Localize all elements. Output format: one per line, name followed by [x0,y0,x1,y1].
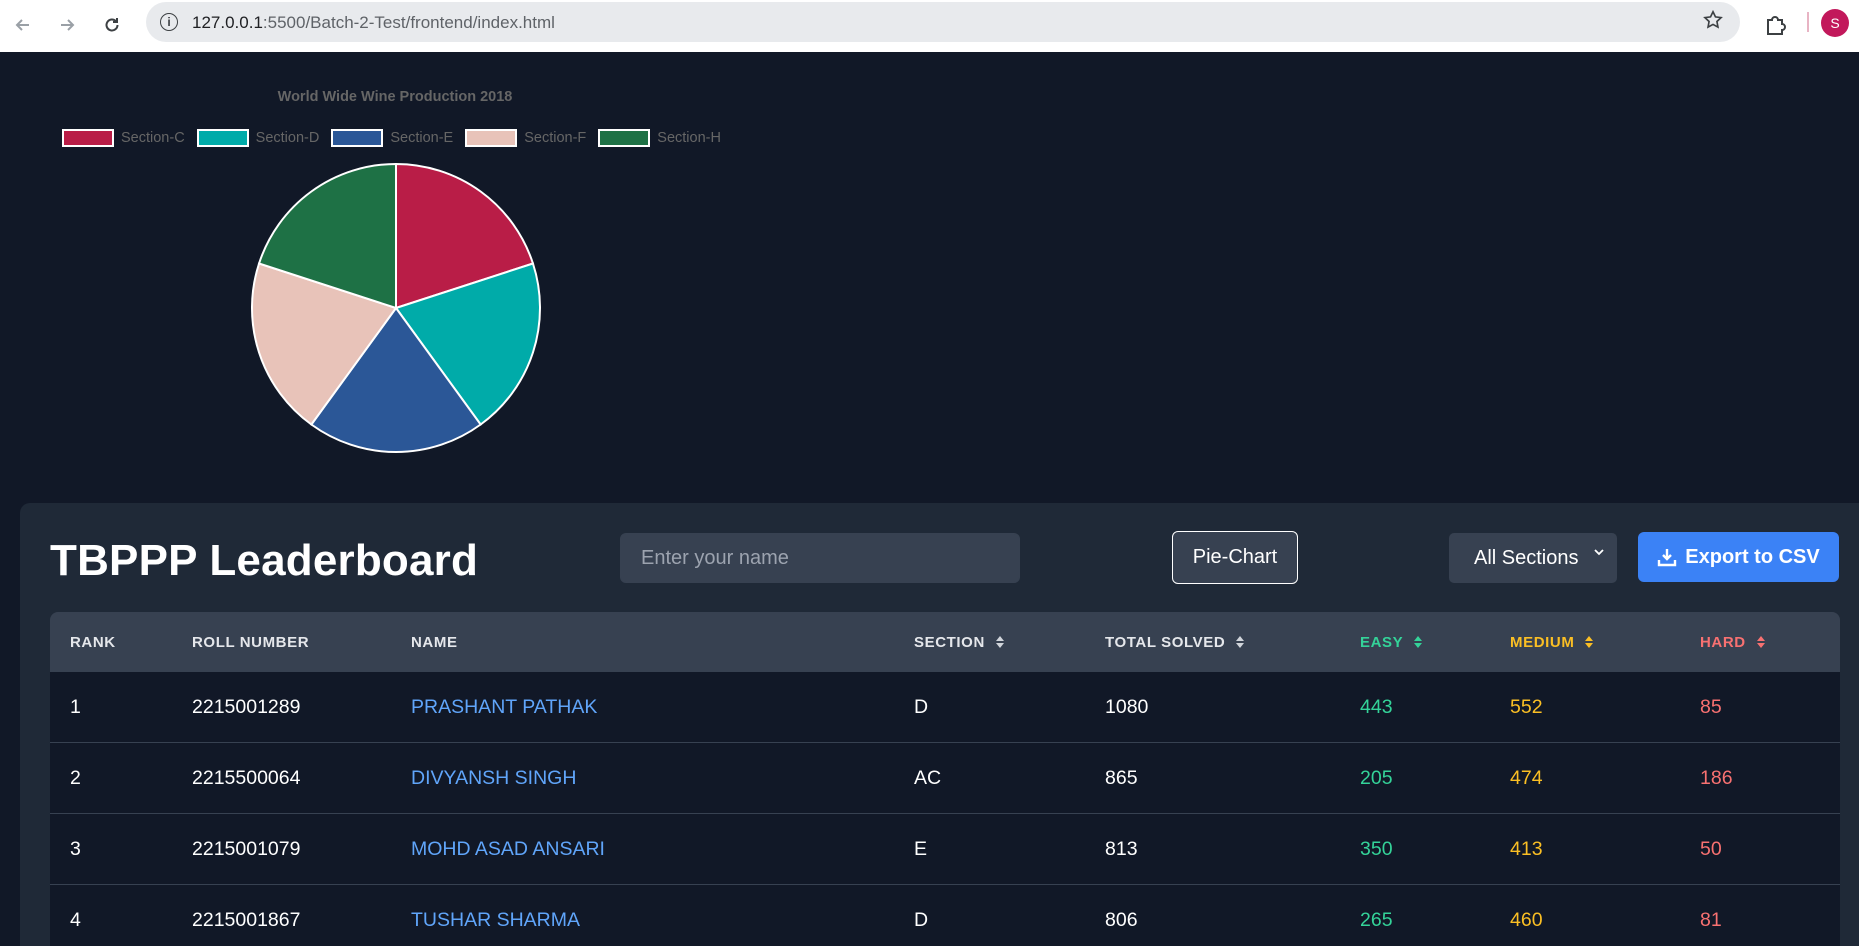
legend-label: Section-C [121,130,185,146]
cell-hard: 50 [1700,838,1722,860]
table-row: 3 2215001079 MOHD ASAD ANSARI E 813 350 … [50,814,1840,885]
address-bar[interactable]: i 127.0.0.1:5500/Batch-2-Test/frontend/i… [146,2,1740,42]
cell-rank: 3 [70,838,81,860]
cell-hard: 85 [1700,696,1722,718]
profile-avatar[interactable]: S [1821,9,1849,37]
legend-swatch [598,129,651,147]
name-search-input[interactable] [620,533,1020,583]
chevron-down-icon [1594,549,1604,556]
legend-swatch [196,129,249,147]
chart-title: World Wide Wine Production 2018 [277,89,513,105]
url-path: :5500/Batch-2-Test/frontend/index.html [262,13,555,32]
column-header-section[interactable]: SECTION [914,612,1005,672]
download-icon [1658,549,1677,567]
table-header: RANK ROLL NUMBER NAME SECTION TOTAL SOLV… [50,612,1840,672]
column-header-total-solved[interactable]: TOTAL SOLVED [1105,612,1245,672]
cell-medium: 474 [1510,767,1543,789]
column-header-easy[interactable]: EASY [1360,612,1423,672]
table-row: 4 2215001867 TUSHAR SHARMA D 806 265 460… [50,885,1840,946]
browser-toolbar: i 127.0.0.1:5500/Batch-2-Test/frontend/i… [0,0,1859,52]
column-header-name: NAME [411,633,458,651]
legend-label: Section-D [255,130,320,146]
cell-total-solved: 813 [1105,838,1138,860]
cell-medium: 552 [1510,696,1543,718]
section-select[interactable]: All Sections [1449,533,1617,583]
reload-icon[interactable] [97,10,127,40]
legend-item[interactable]: Section-D [196,129,320,147]
sort-icon[interactable] [1235,635,1245,649]
legend-swatch [62,129,114,147]
cell-roll-number: 2215001079 [192,838,301,860]
legend-item[interactable]: Section-E [331,129,453,147]
chart-legend: Section-C Section-D Section-E Section-F Sect… [62,129,721,147]
toolbar-separator [1807,12,1809,32]
url-host: 127.0.0.1 [192,13,263,32]
sort-icon[interactable] [1584,635,1594,649]
export-csv-label: Export to CSV [1685,545,1820,568]
cell-roll-number: 2215001867 [192,909,301,931]
cell-section: AC [914,767,942,789]
sort-icon[interactable] [1413,635,1423,649]
legend-swatch [331,129,384,147]
back-icon[interactable] [8,10,38,40]
cell-roll-number: 2215001289 [192,696,301,718]
pie-chart[interactable] [246,158,546,458]
cell-medium: 460 [1510,909,1543,931]
bookmark-star-icon[interactable] [1702,9,1724,37]
legend-swatch [465,129,518,147]
cell-section: E [914,838,928,860]
table-body: 1 2215001289 PRASHANT PATHAK D 1080 443 … [50,672,1840,946]
column-header-hard[interactable]: HARD [1700,612,1766,672]
cell-easy: 265 [1360,909,1393,931]
cell-roll-number: 2215500064 [192,767,301,789]
pie-chart-button[interactable]: Pie-Chart [1172,531,1298,584]
cell-easy: 205 [1360,767,1393,789]
cell-rank: 1 [70,696,81,718]
sort-icon[interactable] [1756,635,1766,649]
legend-item[interactable]: Section-C [62,129,185,147]
cell-medium: 413 [1510,838,1543,860]
cell-total-solved: 1080 [1105,696,1149,718]
leaderboard-title: TBPPP Leaderboard [50,536,479,585]
legend-item[interactable]: Section-H [598,129,721,147]
cell-name-link[interactable]: TUSHAR SHARMA [411,885,580,946]
table-row: 1 2215001289 PRASHANT PATHAK D 1080 443 … [50,672,1840,743]
info-icon[interactable]: i [160,13,178,31]
cell-easy: 350 [1360,838,1393,860]
forward-icon[interactable] [52,10,82,40]
cell-rank: 4 [70,909,81,931]
cell-rank: 2 [70,767,81,789]
cell-total-solved: 865 [1105,767,1138,789]
column-header-medium[interactable]: MEDIUM [1510,612,1594,672]
legend-label: Section-F [524,130,587,146]
leaderboard-table: RANK ROLL NUMBER NAME SECTION TOTAL SOLV… [50,612,1840,946]
url-text[interactable]: 127.0.0.1:5500/Batch-2-Test/frontend/ind… [192,13,555,33]
cell-hard: 186 [1700,767,1733,789]
table-row: 2 2215500064 DIVYANSH SINGH AC 865 205 4… [50,743,1840,814]
cell-total-solved: 806 [1105,909,1138,931]
section-select-value: All Sections [1474,546,1579,569]
cell-section: D [914,696,929,718]
cell-easy: 443 [1360,696,1393,718]
column-header-roll-number: ROLL NUMBER [192,633,310,651]
cell-name-link[interactable]: MOHD ASAD ANSARI [411,814,605,885]
legend-label: Section-E [390,130,454,146]
cell-hard: 81 [1700,909,1722,931]
sort-icon[interactable] [995,635,1005,649]
extensions-icon[interactable] [1760,10,1790,40]
column-header-rank: RANK [70,633,116,651]
legend-item[interactable]: Section-F [465,129,586,147]
cell-name-link[interactable]: DIVYANSH SINGH [411,743,576,814]
export-csv-button[interactable]: Export to CSV [1638,532,1839,582]
legend-label: Section-H [657,130,721,146]
cell-name-link[interactable]: PRASHANT PATHAK [411,672,597,743]
cell-section: D [914,909,929,931]
